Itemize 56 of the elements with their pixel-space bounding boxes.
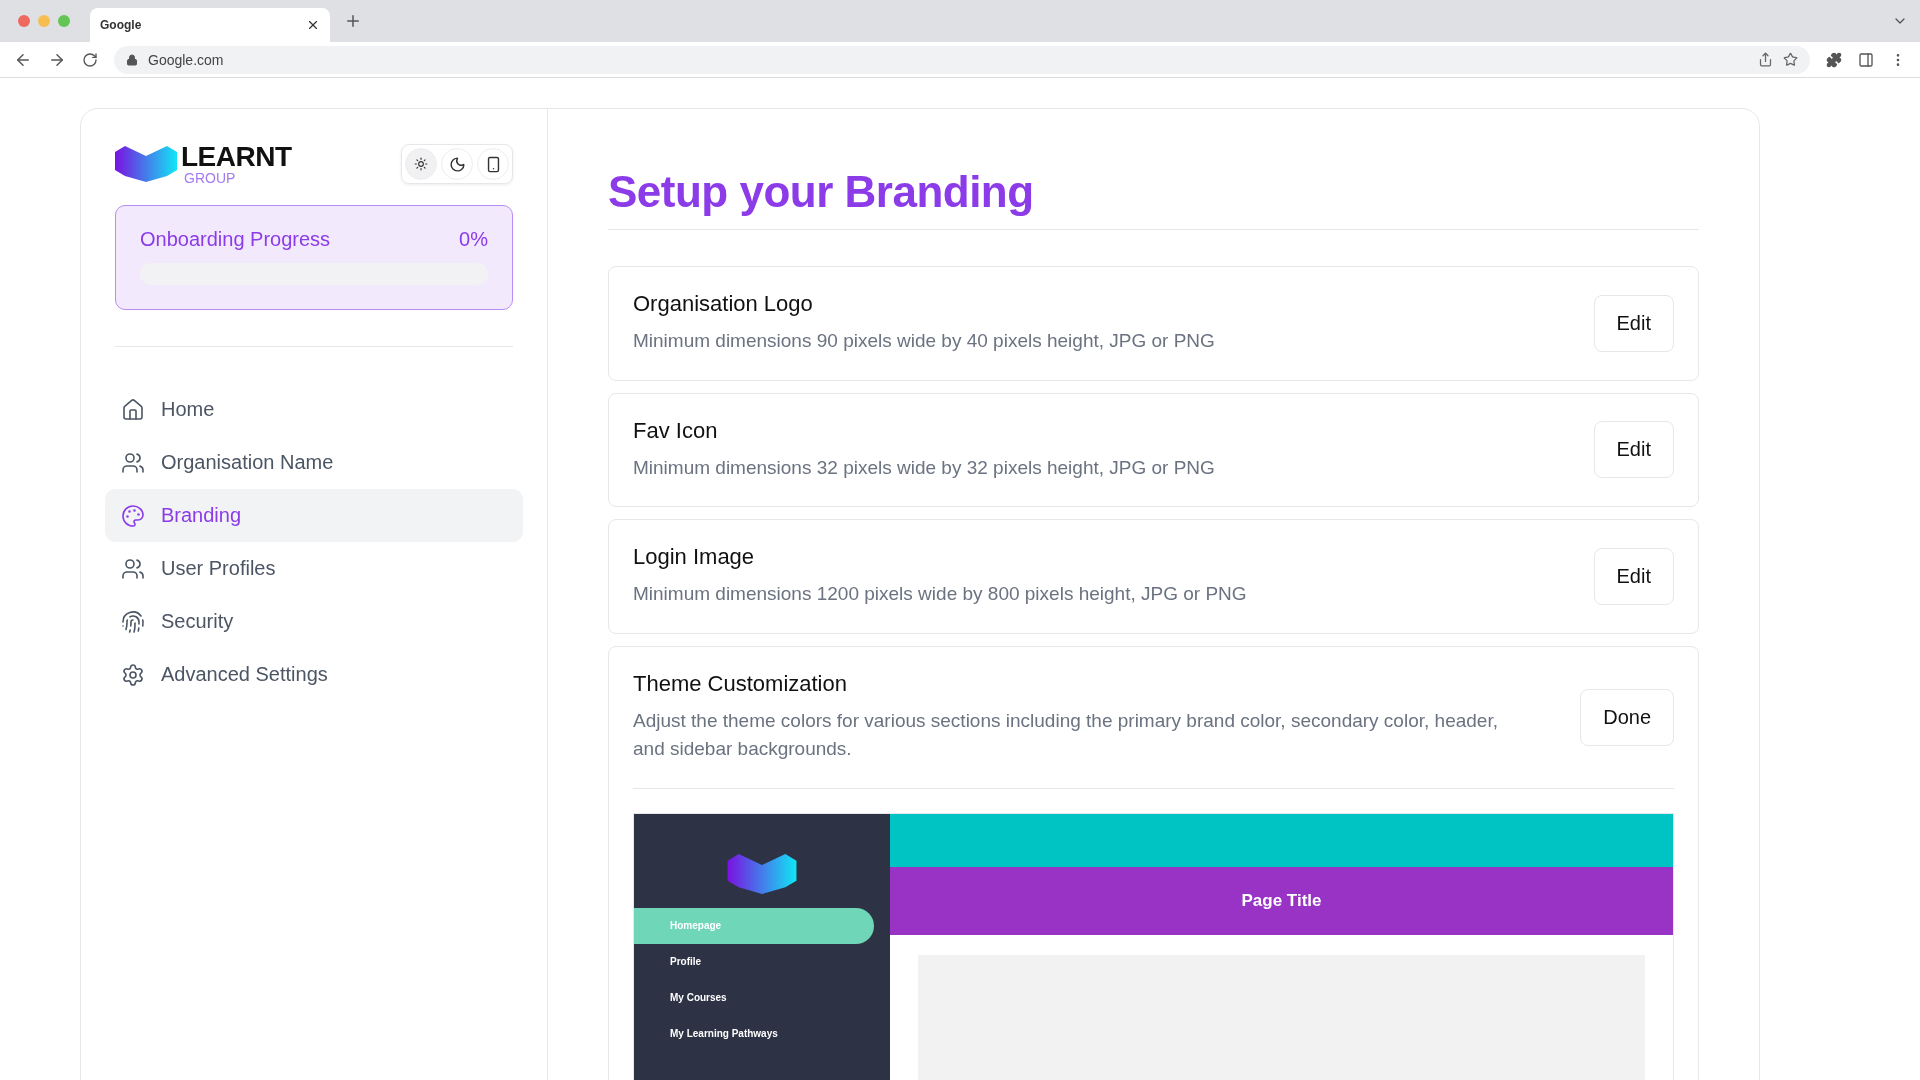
sidebar-item-label: Organisation Name <box>161 451 334 474</box>
section-title: Theme Customization <box>633 670 848 697</box>
sidebar-item[interactable]: Advanced Settings <box>105 648 523 701</box>
sidebar-item[interactable]: Organisation Name <box>105 436 523 489</box>
sidebar-item-label: Advanced Settings <box>161 663 328 686</box>
sidebar-item-label: Home <box>161 398 215 421</box>
section-description: Adjust the theme colors for various sections including the primary brand color, secondary color, header, and sidebar backgrounds. <box>633 708 1499 761</box>
section-description: Minimum dimensions 32 pixels wide by 32 pixels height, JPG or PNG <box>633 455 1215 480</box>
logo-icon <box>115 146 177 182</box>
dark-mode-button[interactable] <box>441 148 473 180</box>
device-mode-button[interactable] <box>477 148 509 180</box>
sidebar-item-label: Branding <box>161 504 242 527</box>
sidebar-item[interactable]: Security <box>105 595 523 648</box>
section-button[interactable]: Edit <box>1593 547 1674 605</box>
gear-icon <box>121 662 145 687</box>
address-field[interactable]: Google.com <box>114 45 1810 74</box>
preview-title-bar: Page Title <box>890 866 1673 935</box>
close-window-dot[interactable] <box>18 15 30 27</box>
home-icon <box>121 397 145 422</box>
sidebar-item-label: User Profiles <box>161 557 276 580</box>
sidebar-item[interactable]: Home <box>105 383 523 436</box>
maximize-window-dot[interactable] <box>58 15 70 27</box>
progress-label: Onboarding Progress <box>140 228 331 251</box>
share-icon[interactable] <box>1758 52 1773 67</box>
moon-icon <box>448 155 466 173</box>
logo-subtitle: GROUP <box>184 171 237 185</box>
sun-icon <box>414 157 428 171</box>
sidebar-item-label: Security <box>161 610 234 633</box>
star-icon[interactable] <box>1783 52 1798 67</box>
extensions-icon[interactable] <box>1826 51 1842 68</box>
users-icon <box>121 556 145 581</box>
logo-name: LEARNT <box>181 143 292 171</box>
section-button[interactable]: Edit <box>1593 421 1674 479</box>
page-title: Setup your Branding <box>608 167 1699 230</box>
reload-icon[interactable] <box>82 51 98 68</box>
users-icon <box>121 450 145 475</box>
lock-icon <box>126 53 138 66</box>
section-title: Login Image <box>633 544 756 570</box>
section-title: Organisation Logo <box>633 291 814 317</box>
progress-reading: 0% <box>459 228 488 251</box>
section-button[interactable]: Edit <box>1593 294 1674 352</box>
browser-tab[interactable]: Google <box>90 8 330 42</box>
side-panel-icon[interactable] <box>1858 51 1874 68</box>
fingerprint-icon <box>121 609 145 634</box>
section-title: Fav Icon <box>633 417 719 444</box>
sidebar-item[interactable]: Branding <box>105 489 523 542</box>
minimize-window-dot[interactable] <box>38 15 50 27</box>
section-description: Minimum dimensions 90 pixels wide by 40 pixels height, JPG or PNG <box>633 329 1215 353</box>
light-mode-button[interactable] <box>405 148 437 180</box>
new-tab-icon[interactable] <box>344 12 362 30</box>
sidebar-item[interactable]: User Profiles <box>105 542 523 595</box>
close-icon[interactable] <box>306 18 320 32</box>
palette-icon <box>121 503 145 528</box>
section-description: Minimum dimensions 1200 pixels wide by 800 pixels height, JPG or PNG <box>633 582 1247 606</box>
tab-title: Google <box>100 18 142 32</box>
section-button[interactable]: Done <box>1580 688 1674 746</box>
